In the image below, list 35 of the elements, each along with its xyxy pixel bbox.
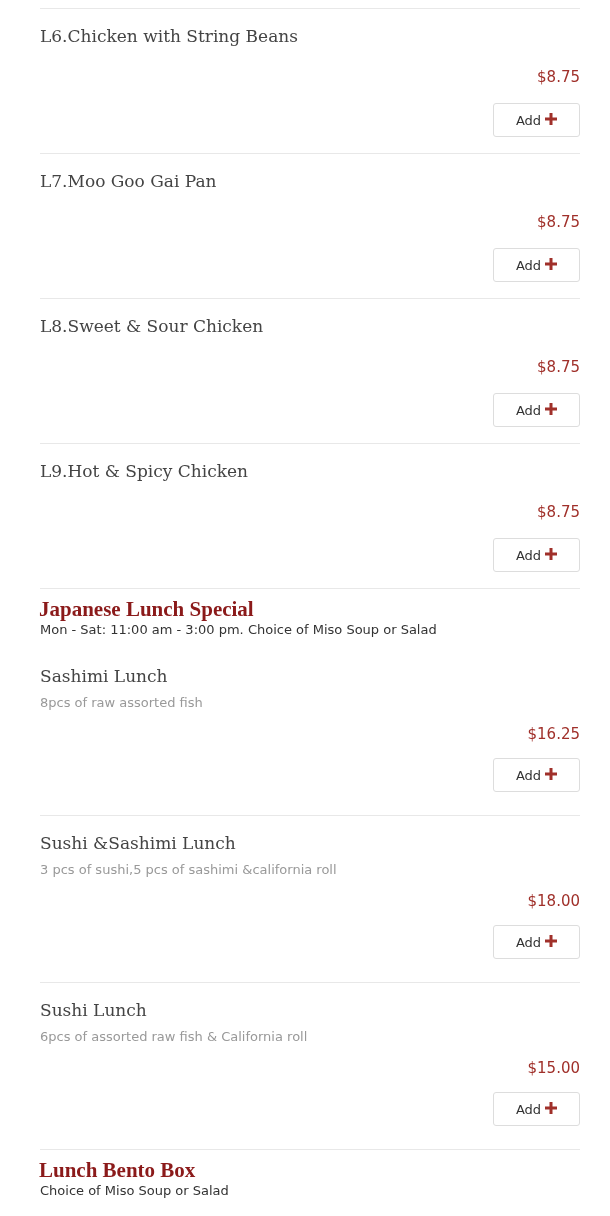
- plus-icon: [545, 402, 558, 415]
- add-button[interactable]: Add: [493, 1092, 580, 1126]
- item-name: L7.Moo Goo Gai Pan: [40, 170, 218, 193]
- item-price: $8.75: [537, 212, 580, 232]
- plus-icon: [545, 767, 558, 780]
- item-price: $8.75: [537, 67, 580, 87]
- item-name: L9.Hot & Spicy Chicken: [40, 460, 250, 483]
- add-button[interactable]: Add: [493, 393, 580, 427]
- item-price: $15.00: [527, 1058, 580, 1078]
- item-price: $16.25: [527, 724, 580, 744]
- section-title: Japanese Lunch Special: [39, 597, 255, 621]
- add-button[interactable]: Add: [493, 925, 580, 959]
- plus-icon: [545, 257, 558, 270]
- item-name: Sashimi Lunch: [40, 665, 169, 688]
- section-title: Lunch Bento Box: [39, 1158, 197, 1182]
- item-description: 6pcs of assorted raw fish & California roll: [40, 1028, 309, 1046]
- item-description: 8pcs of raw assorted fish: [40, 694, 204, 712]
- plus-icon: [545, 112, 558, 125]
- item-price: $18.00: [527, 891, 580, 911]
- plus-icon: [545, 547, 558, 560]
- add-button[interactable]: Add: [493, 103, 580, 137]
- item-price: $8.75: [537, 357, 580, 377]
- plus-icon: [545, 1101, 558, 1114]
- item-price: $8.75: [537, 502, 580, 522]
- add-button[interactable]: Add: [493, 248, 580, 282]
- item-name: L6.Chicken with String Beans: [40, 25, 299, 48]
- item-name: Sushi Lunch: [40, 999, 148, 1022]
- section-subtitle: Mon - Sat: 11:00 am - 3:00 pm. Choice of Miso Soup or Salad: [40, 621, 438, 639]
- add-button[interactable]: Add: [493, 758, 580, 792]
- item-name: L8.Sweet & Sour Chicken: [40, 315, 265, 338]
- item-name: Sushi &Sashimi Lunch: [40, 832, 237, 855]
- section-subtitle: Choice of Miso Soup or Salad: [40, 1182, 230, 1200]
- plus-icon: [545, 934, 558, 947]
- add-button[interactable]: Add: [493, 538, 580, 572]
- item-description: 3 pcs of sushi,5 pcs of sashimi &california roll: [40, 861, 338, 879]
